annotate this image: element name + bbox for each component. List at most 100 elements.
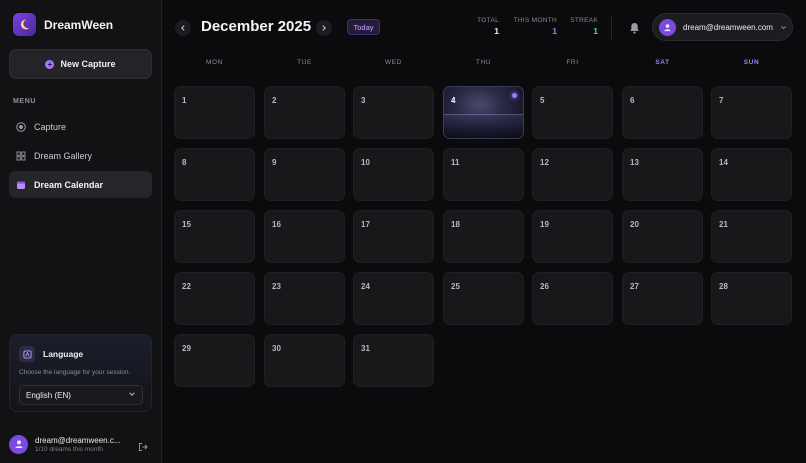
calendar-icon	[16, 180, 26, 190]
day-cell-30[interactable]: 30	[264, 334, 345, 387]
day-number: 9	[272, 158, 277, 167]
day-cell-15[interactable]: 15	[174, 210, 255, 263]
weekday-mon: MON	[206, 59, 223, 66]
day-cell-31[interactable]: 31	[353, 334, 434, 387]
day-number: 23	[272, 282, 281, 291]
day-number: 26	[540, 282, 549, 291]
user-icon	[664, 23, 671, 31]
day-cell-17[interactable]: 17	[353, 210, 434, 263]
logout-icon[interactable]	[138, 439, 148, 451]
new-capture-button[interactable]: + New Capture	[9, 49, 152, 79]
day-number: 4	[451, 96, 456, 105]
language-select[interactable]: English (EN)	[19, 385, 143, 405]
day-cell-9[interactable]: 9	[264, 148, 345, 201]
day-number: 7	[719, 96, 724, 105]
day-cell-27[interactable]: 27	[622, 272, 703, 325]
day-number: 20	[630, 220, 639, 229]
day-cell-11[interactable]: 11	[443, 148, 524, 201]
chevron-left-icon	[181, 25, 185, 31]
capture-indicator-dot	[512, 93, 517, 98]
divider	[611, 15, 612, 40]
day-cell-28[interactable]: 28	[711, 272, 792, 325]
day-number: 10	[361, 158, 370, 167]
day-number: 3	[361, 96, 366, 105]
sidebar-item-label: Dream Gallery	[34, 150, 93, 161]
day-number: 12	[540, 158, 549, 167]
day-number: 1	[182, 96, 187, 105]
day-number: 25	[451, 282, 460, 291]
day-number: 29	[182, 344, 191, 353]
sidebar-item-dream-gallery[interactable]: Dream Gallery	[9, 142, 152, 169]
day-cell-23[interactable]: 23	[264, 272, 345, 325]
day-cell-3[interactable]: 3	[353, 86, 434, 139]
day-cell-18[interactable]: 18	[443, 210, 524, 263]
day-cell-6[interactable]: 6	[622, 86, 703, 139]
today-button[interactable]: Today	[347, 19, 380, 35]
thumbnail-horizon	[444, 114, 523, 115]
stat-this-month: THIS MONTH 1	[514, 17, 557, 36]
language-card: Language Choose the language for your se…	[9, 334, 152, 412]
weekday-wed: WED	[385, 59, 402, 66]
day-cell-4[interactable]: 4	[443, 86, 524, 139]
capture-icon	[16, 121, 26, 132]
day-cell-1[interactable]: 1	[174, 86, 255, 139]
day-cell-26[interactable]: 26	[532, 272, 613, 325]
stat-value: 1	[552, 26, 557, 36]
day-number: 19	[540, 220, 549, 229]
moon-logo-icon	[13, 13, 36, 36]
sidebar-item-capture[interactable]: Capture	[9, 113, 152, 140]
previous-month-button[interactable]	[175, 20, 191, 36]
day-cell-19[interactable]: 19	[532, 210, 613, 263]
brand[interactable]: DreamWeen	[13, 13, 113, 36]
day-cell-14[interactable]: 14	[711, 148, 792, 201]
sidebar: DreamWeen + New Capture MENU Capture Dre…	[0, 0, 162, 463]
day-number: 21	[719, 220, 728, 229]
weekday-fri: FRI	[566, 59, 579, 66]
weekday-tue: TUE	[297, 59, 312, 66]
language-selected-value: English (EN)	[26, 390, 71, 400]
day-cell-12[interactable]: 12	[532, 148, 613, 201]
avatar[interactable]	[9, 434, 28, 454]
weekday-sun: SUN	[743, 59, 760, 66]
sidebar-item-dream-calendar[interactable]: Dream Calendar	[9, 171, 152, 198]
stat-value: 1	[494, 26, 499, 36]
day-cell-2[interactable]: 2	[264, 86, 345, 139]
day-cell-25[interactable]: 25	[443, 272, 524, 325]
next-month-button[interactable]	[316, 20, 332, 36]
user-icon	[15, 440, 22, 448]
day-number: 15	[182, 220, 191, 229]
day-number: 6	[630, 96, 635, 105]
day-cell-24[interactable]: 24	[353, 272, 434, 325]
day-number: 16	[272, 220, 281, 229]
day-number: 24	[361, 282, 370, 291]
stat-label: STREAK	[570, 17, 598, 24]
new-capture-label: New Capture	[60, 59, 116, 69]
day-cell-22[interactable]: 22	[174, 272, 255, 325]
day-cell-10[interactable]: 10	[353, 148, 434, 201]
stat-total: TOTAL 1	[477, 17, 499, 36]
chevron-down-icon	[128, 390, 136, 400]
day-cell-16[interactable]: 16	[264, 210, 345, 263]
day-number: 11	[451, 158, 460, 167]
account-menu-button[interactable]: dream@dreamween.com	[652, 13, 793, 41]
account-email: dream@dreamween.com	[683, 22, 773, 32]
day-number: 8	[182, 158, 187, 167]
day-cell-8[interactable]: 8	[174, 148, 255, 201]
stat-value: 1	[593, 26, 598, 36]
day-cell-21[interactable]: 21	[711, 210, 792, 263]
weekday-sat: SAT	[655, 59, 670, 66]
day-cell-29[interactable]: 29	[174, 334, 255, 387]
day-cell-20[interactable]: 20	[622, 210, 703, 263]
stat-label: THIS MONTH	[513, 17, 557, 24]
day-cell-5[interactable]: 5	[532, 86, 613, 139]
user-dream-count: 1/10 dreams this month	[35, 445, 103, 453]
language-icon	[19, 346, 35, 362]
day-cell-13[interactable]: 13	[622, 148, 703, 201]
day-cell-7[interactable]: 7	[711, 86, 792, 139]
chevron-right-icon	[322, 25, 326, 31]
grid-icon	[16, 151, 26, 161]
bell-icon[interactable]	[629, 21, 640, 34]
user-footer: dream@dreamween.c... 1/10 dreams this mo…	[9, 432, 152, 456]
dream-thumbnail	[444, 115, 523, 138]
language-description: Choose the language for your session.	[19, 369, 131, 376]
